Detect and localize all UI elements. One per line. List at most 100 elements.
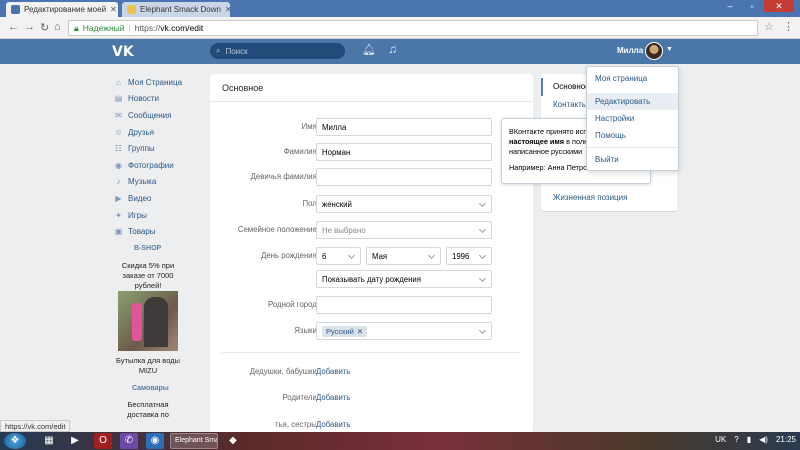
header-user-name[interactable]: Милла xyxy=(617,46,643,55)
url-text: https://vk.com/edit xyxy=(134,23,204,33)
language-chip-label: Русский xyxy=(326,327,354,336)
bookmark-star-icon[interactable]: ☆ xyxy=(764,20,774,33)
tab-close-icon[interactable]: ✕ xyxy=(225,5,230,14)
section-divider xyxy=(222,352,521,353)
network-icon[interactable]: ▮ xyxy=(747,435,751,444)
sidebar-item-8[interactable]: ✦ Игры xyxy=(114,207,204,224)
chip-remove-icon[interactable]: ✕ xyxy=(357,327,363,336)
sidebar-item-2[interactable]: ✉ Сообщения xyxy=(114,107,204,124)
search-icon: ⌕ xyxy=(216,46,221,55)
menu-item-basic[interactable]: Основное xyxy=(553,82,590,91)
secure-label: Надежный xyxy=(82,23,125,33)
birthday-visibility-row: Показывать дату рождения xyxy=(210,270,533,288)
sidebar-item-3[interactable]: ☺ Друзья xyxy=(114,124,204,141)
sidebar-item-label: Друзья xyxy=(128,127,154,137)
page-favicon-icon xyxy=(127,5,136,14)
tab-elephant[interactable]: Elephant Smack Down ✕ xyxy=(122,2,230,17)
help-icon[interactable]: ? xyxy=(734,435,738,444)
language-indicator[interactable]: UK xyxy=(715,435,726,444)
home-icon[interactable]: ⌂ xyxy=(54,21,61,33)
sidebar-item-9[interactable]: ▣ Товары xyxy=(114,223,204,240)
edit-profile-card: Основное Имя: Милла Фамилия: Норман Деви… xyxy=(210,74,533,434)
ad2-title[interactable]: Самовары xyxy=(132,385,169,392)
reload-icon[interactable]: ↻ xyxy=(40,21,49,34)
sidebar-item-5[interactable]: ◉ Фотографии xyxy=(114,157,204,174)
notifications-bell-icon[interactable]: 🔔︎ xyxy=(362,43,376,56)
viber-icon[interactable]: ✆ xyxy=(120,433,138,449)
last-name-field[interactable]: Норман xyxy=(316,143,492,161)
languages-select[interactable]: Русский ✕ xyxy=(316,322,492,340)
first-name-field[interactable]: Милла xyxy=(316,118,492,136)
sidebar-item-label: Моя Страница xyxy=(128,77,183,87)
folder-icon[interactable]: ▦ xyxy=(40,433,58,449)
dropdown-help[interactable]: Помощь xyxy=(587,127,678,144)
browser-menu-icon[interactable]: ⋮ xyxy=(783,20,794,33)
menu-item-contacts[interactable]: Контакты xyxy=(553,100,588,109)
grandparents-row: Дедушки, бабушки: Добавить xyxy=(210,363,533,381)
search-input[interactable]: ⌕ Поиск xyxy=(210,43,345,59)
messages-icon: ✉ xyxy=(115,110,122,120)
taskbar-window-button[interactable]: Elephant Smack Down xyxy=(170,433,218,449)
ad-text[interactable]: Скидка 5% при заказе от 7000 рублей! xyxy=(116,261,180,291)
left-sidebar: ⌂ Моя Страница ▤ Новости ✉ Сообщения ☺ Друзья ☷ Г… xyxy=(114,74,204,240)
dropdown-settings[interactable]: Настройки xyxy=(587,110,678,127)
maiden-name-row: Девичья фамилия: xyxy=(210,168,533,186)
chrome-icon[interactable]: ◉ xyxy=(146,433,164,449)
dropdown-edit[interactable]: Редактировать xyxy=(587,93,678,110)
sidebar-item-4[interactable]: ☷ Группы xyxy=(114,140,204,157)
ad-image[interactable] xyxy=(118,291,178,351)
hometown-field[interactable] xyxy=(316,296,492,314)
tab-close-icon[interactable]: ✕ xyxy=(110,5,117,14)
search-placeholder: Поиск xyxy=(225,46,248,56)
photos-icon: ◉ xyxy=(115,160,122,170)
dropdown-logout[interactable]: Выйти xyxy=(587,151,678,168)
app-icon[interactable]: ◆ xyxy=(224,433,242,449)
first-name-row: Имя: Милла xyxy=(210,118,533,136)
sidebar-item-6[interactable]: ♪ Музыка xyxy=(114,174,204,191)
menu-item-life-position[interactable]: Жизненная позиция xyxy=(553,193,627,202)
ad-caption[interactable]: Бутылка для воды MIZU xyxy=(114,356,182,376)
marital-label: Семейное положение: xyxy=(237,225,319,234)
grandparents-add-link[interactable]: Добавить xyxy=(316,363,356,381)
back-icon[interactable]: ← xyxy=(8,21,19,33)
sidebar-item-label: Товары xyxy=(128,227,156,237)
groups-icon: ☷ xyxy=(114,144,123,154)
birthday-visibility-select[interactable]: Показывать дату рождения xyxy=(316,270,492,288)
birthday-month-select[interactable]: Мая xyxy=(366,247,441,265)
gender-select[interactable]: женский xyxy=(316,195,492,213)
chevron-down-icon[interactable]: ▼ xyxy=(666,46,673,53)
ad-bottle-figure xyxy=(132,303,142,341)
minimize-icon[interactable]: – xyxy=(720,0,740,12)
parents-add-link[interactable]: Добавить xyxy=(316,389,356,407)
lock-icon: 🔒︎ xyxy=(74,22,79,33)
start-button-icon[interactable]: ❖ xyxy=(4,433,26,449)
ad-brand-title[interactable]: B-SHOP xyxy=(134,245,161,252)
tab-edit-profile[interactable]: Редактирование моей ✕ xyxy=(6,2,118,17)
dropdown-my-page[interactable]: Моя страница xyxy=(587,70,678,87)
maiden-name-field[interactable] xyxy=(316,168,492,186)
birthday-day-select[interactable]: 6 xyxy=(316,247,361,265)
clock[interactable]: 21:25 xyxy=(776,435,796,444)
window-close-icon[interactable]: ✕ xyxy=(764,0,794,12)
vk-logo[interactable]: VK xyxy=(112,44,134,60)
opera-icon[interactable]: O xyxy=(94,433,112,449)
grandparents-label: Дедушки, бабушки: xyxy=(249,367,319,376)
sidebar-item-7[interactable]: ▶ Видео xyxy=(114,190,204,207)
tab-title: Elephant Smack Down xyxy=(140,5,221,14)
volume-icon[interactable]: ◀) xyxy=(759,435,768,444)
parents-label: Родители: xyxy=(282,393,319,402)
forward-icon[interactable]: → xyxy=(24,21,35,33)
sidebar-item-0[interactable]: ⌂ Моя Страница xyxy=(114,74,204,91)
sidebar-item-1[interactable]: ▤ Новости xyxy=(114,91,204,108)
media-player-icon[interactable]: ▶ xyxy=(66,433,84,449)
maximize-icon[interactable]: ▫ xyxy=(742,0,762,12)
music-player-icon[interactable]: ♫ xyxy=(388,42,397,56)
avatar[interactable] xyxy=(645,42,663,60)
video-icon: ▶ xyxy=(115,193,122,203)
birthday-year-select[interactable]: 1996 xyxy=(446,247,492,265)
marital-select[interactable]: Не выбрано xyxy=(316,221,492,239)
url-field[interactable]: 🔒︎ Надежный | https://vk.com/edit xyxy=(68,20,758,36)
siblings-label: тья, сестры: xyxy=(275,420,319,429)
ad2-text[interactable]: Бесплатная доставка по xyxy=(116,400,180,420)
tab-title: Редактирование моей xyxy=(24,5,107,14)
